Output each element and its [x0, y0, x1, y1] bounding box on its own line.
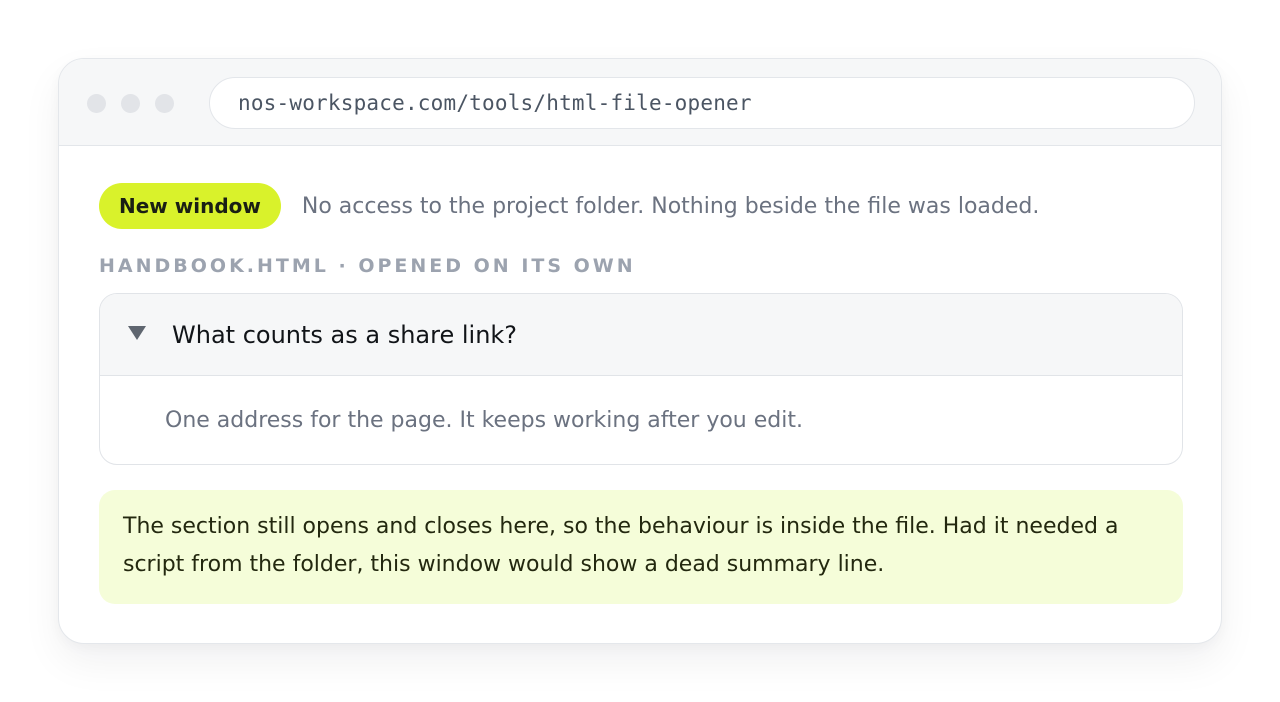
new-window-badge: New window	[99, 183, 281, 229]
disclosure-section: What counts as a share link? One address…	[99, 293, 1183, 465]
file-label: HANDBOOK.HTML · OPENED ON ITS OWN	[99, 255, 636, 277]
explanation-note: The section still opens and closes here,…	[99, 490, 1183, 604]
triangle-down-icon[interactable]	[128, 325, 146, 340]
browser-titlebar: nos-workspace.com/tools/html-file-opener	[59, 59, 1221, 146]
address-bar-url: nos-workspace.com/tools/html-file-opener	[238, 91, 752, 115]
browser-window: nos-workspace.com/tools/html-file-opener…	[58, 58, 1222, 644]
window-control-maximize-icon[interactable]	[155, 94, 174, 113]
window-control-minimize-icon[interactable]	[121, 94, 140, 113]
disclosure-summary-text: What counts as a share link?	[172, 320, 518, 349]
status-row: New window No access to the project fold…	[99, 183, 1183, 229]
stage: nos-workspace.com/tools/html-file-opener…	[0, 0, 1280, 702]
page-content: New window No access to the project fold…	[99, 183, 1183, 604]
disclosure-answer: One address for the page. It keeps worki…	[165, 407, 803, 433]
address-bar[interactable]: nos-workspace.com/tools/html-file-opener	[209, 77, 1195, 129]
status-message: No access to the project folder. Nothing…	[301, 193, 1040, 219]
disclosure-summary[interactable]: What counts as a share link?	[100, 294, 1182, 376]
window-control-close-icon[interactable]	[87, 94, 106, 113]
